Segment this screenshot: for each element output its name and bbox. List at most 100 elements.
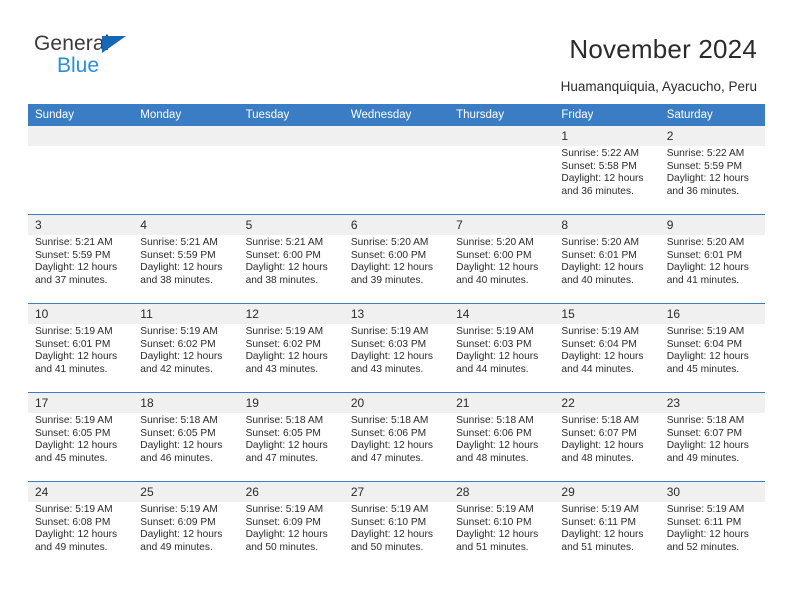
day-cell[interactable]: 19 Sunrise: 5:18 AM Sunset: 6:05 PM Dayligh…: [239, 393, 344, 481]
day-daylight2-text: and 43 minutes.: [350, 363, 424, 375]
day-cell[interactable]: 17 Sunrise: 5:19 AM Sunset: 6:05 PM Dayligh…: [28, 393, 133, 481]
day-sunrise-text: Sunrise: 5:19 AM: [350, 326, 429, 337]
day-cell[interactable]: 3 Sunrise: 5:21 AM Sunset: 5:59 PM Daylight…: [28, 215, 133, 303]
brand-name-general: General: [34, 32, 110, 55]
day-sunrise-text: Sunrise: 5:19 AM: [666, 326, 745, 337]
day-sunset-text: Sunset: 6:07 PM: [666, 427, 743, 439]
day-sunset-text: Sunset: 6:09 PM: [140, 516, 216, 528]
day-cell[interactable]: 5 Sunrise: 5:21 AM Sunset: 6:00 PM Daylight…: [239, 215, 344, 303]
day-number: 3: [35, 218, 42, 232]
day-sunset-text: Sunset: 6:06 PM: [350, 427, 427, 439]
day-sun-info: Sunrise: 5:19 AM Sunset: 6:10 PM Daylight:…: [456, 504, 550, 554]
day-sunrise-text: Sunrise: 5:20 AM: [561, 237, 639, 248]
day-number: 9: [666, 218, 674, 232]
day-cell[interactable]: 14 Sunrise: 5:19 AM Sunset: 6:03 PM Dayligh…: [449, 304, 554, 392]
day-cell[interactable]: 4 Sunrise: 5:21 AM Sunset: 5:59 PM Daylight…: [133, 215, 238, 303]
week-cells: 10 Sunrise: 5:19 AM Sunset: 6:01 PM Dayligh…: [28, 304, 765, 392]
day-sun-info: Sunrise: 5:19 AM Sunset: 6:11 PM Daylight:…: [561, 504, 655, 554]
day-sun-info: Sunrise: 5:19 AM Sunset: 6:04 PM Daylight:…: [561, 326, 655, 376]
day-cell[interactable]: 26 Sunrise: 5:19 AM Sunset: 6:09 PM Dayligh…: [239, 482, 344, 571]
day-daylight2-text: and 46 minutes.: [140, 452, 213, 464]
brand-logo[interactable]: General Blue: [34, 32, 234, 82]
weekday-header-row: Sunday Monday Tuesday Wednesday Thursday…: [28, 104, 765, 126]
day-cell[interactable]: 9 Sunrise: 5:20 AM Sunset: 6:01 PM Daylight…: [660, 215, 765, 303]
day-cell[interactable]: 29 Sunrise: 5:19 AM Sunset: 6:11 PM Dayligh…: [554, 482, 659, 571]
day-cell[interactable]: 1 Sunrise: 5:22 AM Sunset: 5:58 PM Daylight…: [554, 126, 659, 214]
day-cell[interactable]: 10 Sunrise: 5:19 AM Sunset: 6:01 PM Dayligh…: [28, 304, 133, 392]
day-cell[interactable]: 18 Sunrise: 5:18 AM Sunset: 6:05 PM Dayligh…: [133, 393, 238, 481]
day-cell[interactable]: 22 Sunrise: 5:18 AM Sunset: 6:07 PM Dayligh…: [554, 393, 659, 481]
day-daylight2-text: and 45 minutes.: [35, 452, 108, 464]
day-daylight1-text: Daylight: 12 hours: [666, 351, 749, 363]
day-cell[interactable]: 11 Sunrise: 5:19 AM Sunset: 6:02 PM Dayligh…: [133, 304, 238, 392]
day-cell[interactable]: 21 Sunrise: 5:18 AM Sunset: 6:06 PM Dayligh…: [449, 393, 554, 481]
day-daylight2-text: and 40 minutes.: [456, 274, 529, 286]
day-number: 2: [666, 129, 674, 143]
day-cell[interactable]: 16 Sunrise: 5:19 AM Sunset: 6:04 PM Dayligh…: [660, 304, 765, 392]
day-cell[interactable]: 7 Sunrise: 5:20 AM Sunset: 6:00 PM Daylight…: [449, 215, 554, 303]
day-cell[interactable]: 25 Sunrise: 5:19 AM Sunset: 6:09 PM Dayligh…: [133, 482, 238, 571]
day-cell[interactable]: 12 Sunrise: 5:19 AM Sunset: 6:02 PM Dayligh…: [239, 304, 344, 392]
page-header: General Blue November 2024 Huamanquiquia…: [0, 0, 792, 104]
day-sunrise-text: Sunrise: 5:20 AM: [350, 237, 429, 248]
day-number: 10: [35, 307, 49, 321]
logo-triangle-icon: [102, 36, 126, 53]
page-location: Huamanquiquia, Ayacucho, Peru: [560, 79, 757, 94]
weekday-friday: Friday: [561, 109, 594, 121]
day-daylight1-text: Daylight: 12 hours: [35, 262, 118, 274]
day-number: 1: [561, 129, 569, 143]
day-daylight1-text: Daylight: 12 hours: [561, 440, 644, 452]
day-daylight2-text: and 48 minutes.: [561, 452, 634, 464]
day-cell[interactable]: 27 Sunrise: 5:19 AM Sunset: 6:10 PM Dayligh…: [344, 482, 449, 571]
day-daylight1-text: Daylight: 12 hours: [245, 529, 328, 541]
day-cell[interactable]: 20 Sunrise: 5:18 AM Sunset: 6:06 PM Dayligh…: [344, 393, 449, 481]
day-cell[interactable]: 24 Sunrise: 5:19 AM Sunset: 6:08 PM Dayligh…: [28, 482, 133, 571]
day-sun-info: Sunrise: 5:22 AM Sunset: 5:59 PM Daylight:…: [667, 148, 761, 198]
day-daylight2-text: and 36 minutes.: [561, 185, 634, 197]
day-sunset-text: Sunset: 6:02 PM: [140, 338, 216, 350]
day-sunrise-text: Sunrise: 5:21 AM: [245, 237, 324, 248]
day-sun-info: Sunrise: 5:21 AM Sunset: 6:00 PM Daylight:…: [246, 237, 340, 287]
day-sunset-text: Sunset: 6:06 PM: [456, 427, 532, 439]
day-cell[interactable]: 15 Sunrise: 5:19 AM Sunset: 6:04 PM Dayligh…: [554, 304, 659, 392]
day-sunrise-text: Sunrise: 5:18 AM: [561, 415, 639, 426]
day-sun-info: Sunrise: 5:18 AM Sunset: 6:05 PM Daylight:…: [246, 415, 340, 465]
day-sun-info: Sunrise: 5:18 AM Sunset: 6:07 PM Daylight:…: [667, 415, 761, 465]
day-sunrise-text: Sunrise: 5:20 AM: [456, 237, 534, 248]
day-sunrise-text: Sunrise: 5:19 AM: [350, 504, 429, 515]
day-daylight1-text: Daylight: 12 hours: [350, 529, 433, 541]
day-cell[interactable]: 2 Sunrise: 5:22 AM Sunset: 5:59 PM Daylight…: [660, 126, 765, 214]
day-number: 7: [456, 218, 463, 232]
day-daylight1-text: Daylight: 12 hours: [245, 351, 328, 363]
day-sunrise-text: Sunrise: 5:22 AM: [561, 148, 639, 159]
day-sunrise-text: Sunrise: 5:19 AM: [245, 504, 324, 515]
day-sunset-text: Sunset: 6:03 PM: [350, 338, 427, 350]
day-sunrise-text: Sunrise: 5:19 AM: [666, 504, 745, 515]
weekday-thursday: Thursday: [456, 109, 505, 121]
day-sunrise-text: Sunrise: 5:21 AM: [140, 237, 218, 248]
day-daylight1-text: Daylight: 12 hours: [35, 440, 118, 452]
weekday-tuesday: Tuesday: [245, 109, 290, 121]
day-sunset-text: Sunset: 6:11 PM: [666, 516, 742, 528]
day-cell[interactable]: 8 Sunrise: 5:20 AM Sunset: 6:01 PM Daylight…: [554, 215, 659, 303]
day-cell[interactable]: 28 Sunrise: 5:19 AM Sunset: 6:10 PM Dayligh…: [449, 482, 554, 571]
day-sunset-text: Sunset: 5:59 PM: [666, 160, 743, 172]
day-sun-info: Sunrise: 5:19 AM Sunset: 6:05 PM Daylight:…: [35, 415, 129, 465]
day-sunrise-text: Sunrise: 5:18 AM: [350, 415, 429, 426]
day-number: 24: [35, 485, 49, 499]
day-cell[interactable]: 30 Sunrise: 5:19 AM Sunset: 6:11 PM Dayligh…: [660, 482, 765, 571]
week-cells: 17 Sunrise: 5:19 AM Sunset: 6:05 PM Dayligh…: [28, 393, 765, 481]
day-daylight2-text: and 50 minutes.: [245, 541, 319, 553]
day-sun-info: Sunrise: 5:20 AM Sunset: 6:00 PM Daylight:…: [456, 237, 550, 287]
day-cell[interactable]: 13 Sunrise: 5:19 AM Sunset: 6:03 PM Dayligh…: [344, 304, 449, 392]
day-number: 12: [245, 307, 259, 321]
day-daylight2-text: and 38 minutes.: [140, 274, 213, 286]
day-cell[interactable]: 23 Sunrise: 5:18 AM Sunset: 6:07 PM Dayligh…: [660, 393, 765, 481]
day-daylight1-text: Daylight: 12 hours: [561, 262, 644, 274]
day-sunset-text: Sunset: 6:09 PM: [245, 516, 321, 528]
day-sun-info: Sunrise: 5:19 AM Sunset: 6:02 PM Daylight:…: [140, 326, 234, 376]
day-number: [456, 126, 550, 146]
day-sunrise-text: Sunrise: 5:19 AM: [561, 504, 639, 515]
day-sun-info: Sunrise: 5:19 AM Sunset: 6:04 PM Daylight:…: [667, 326, 761, 376]
day-cell[interactable]: 6 Sunrise: 5:20 AM Sunset: 6:00 PM Daylight…: [344, 215, 449, 303]
